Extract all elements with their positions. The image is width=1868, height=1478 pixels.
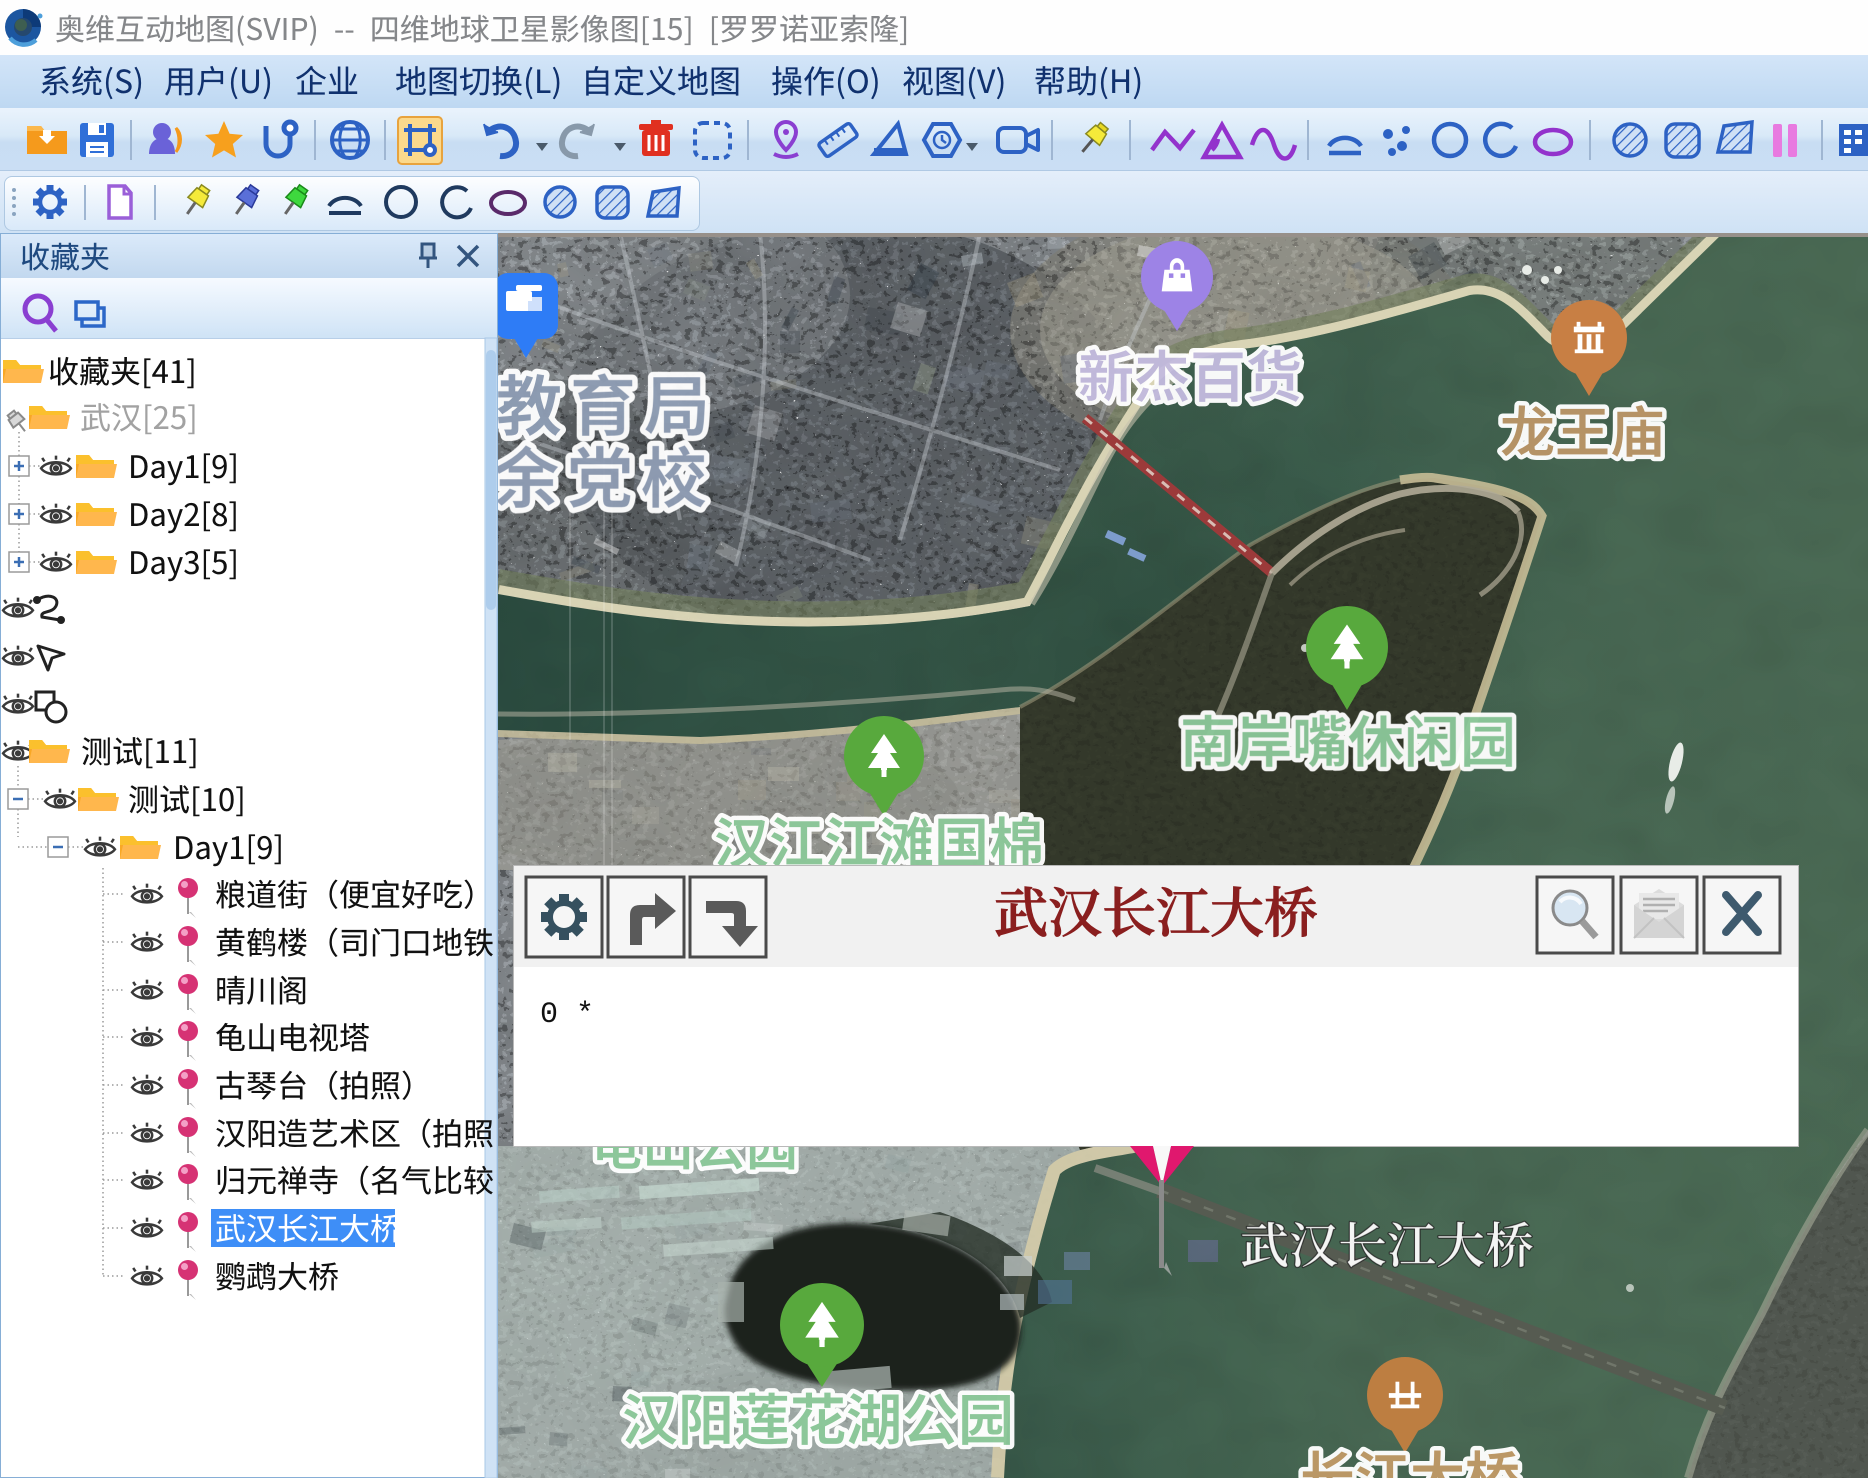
svg-text:0 *: 0 * <box>540 998 594 1032</box>
